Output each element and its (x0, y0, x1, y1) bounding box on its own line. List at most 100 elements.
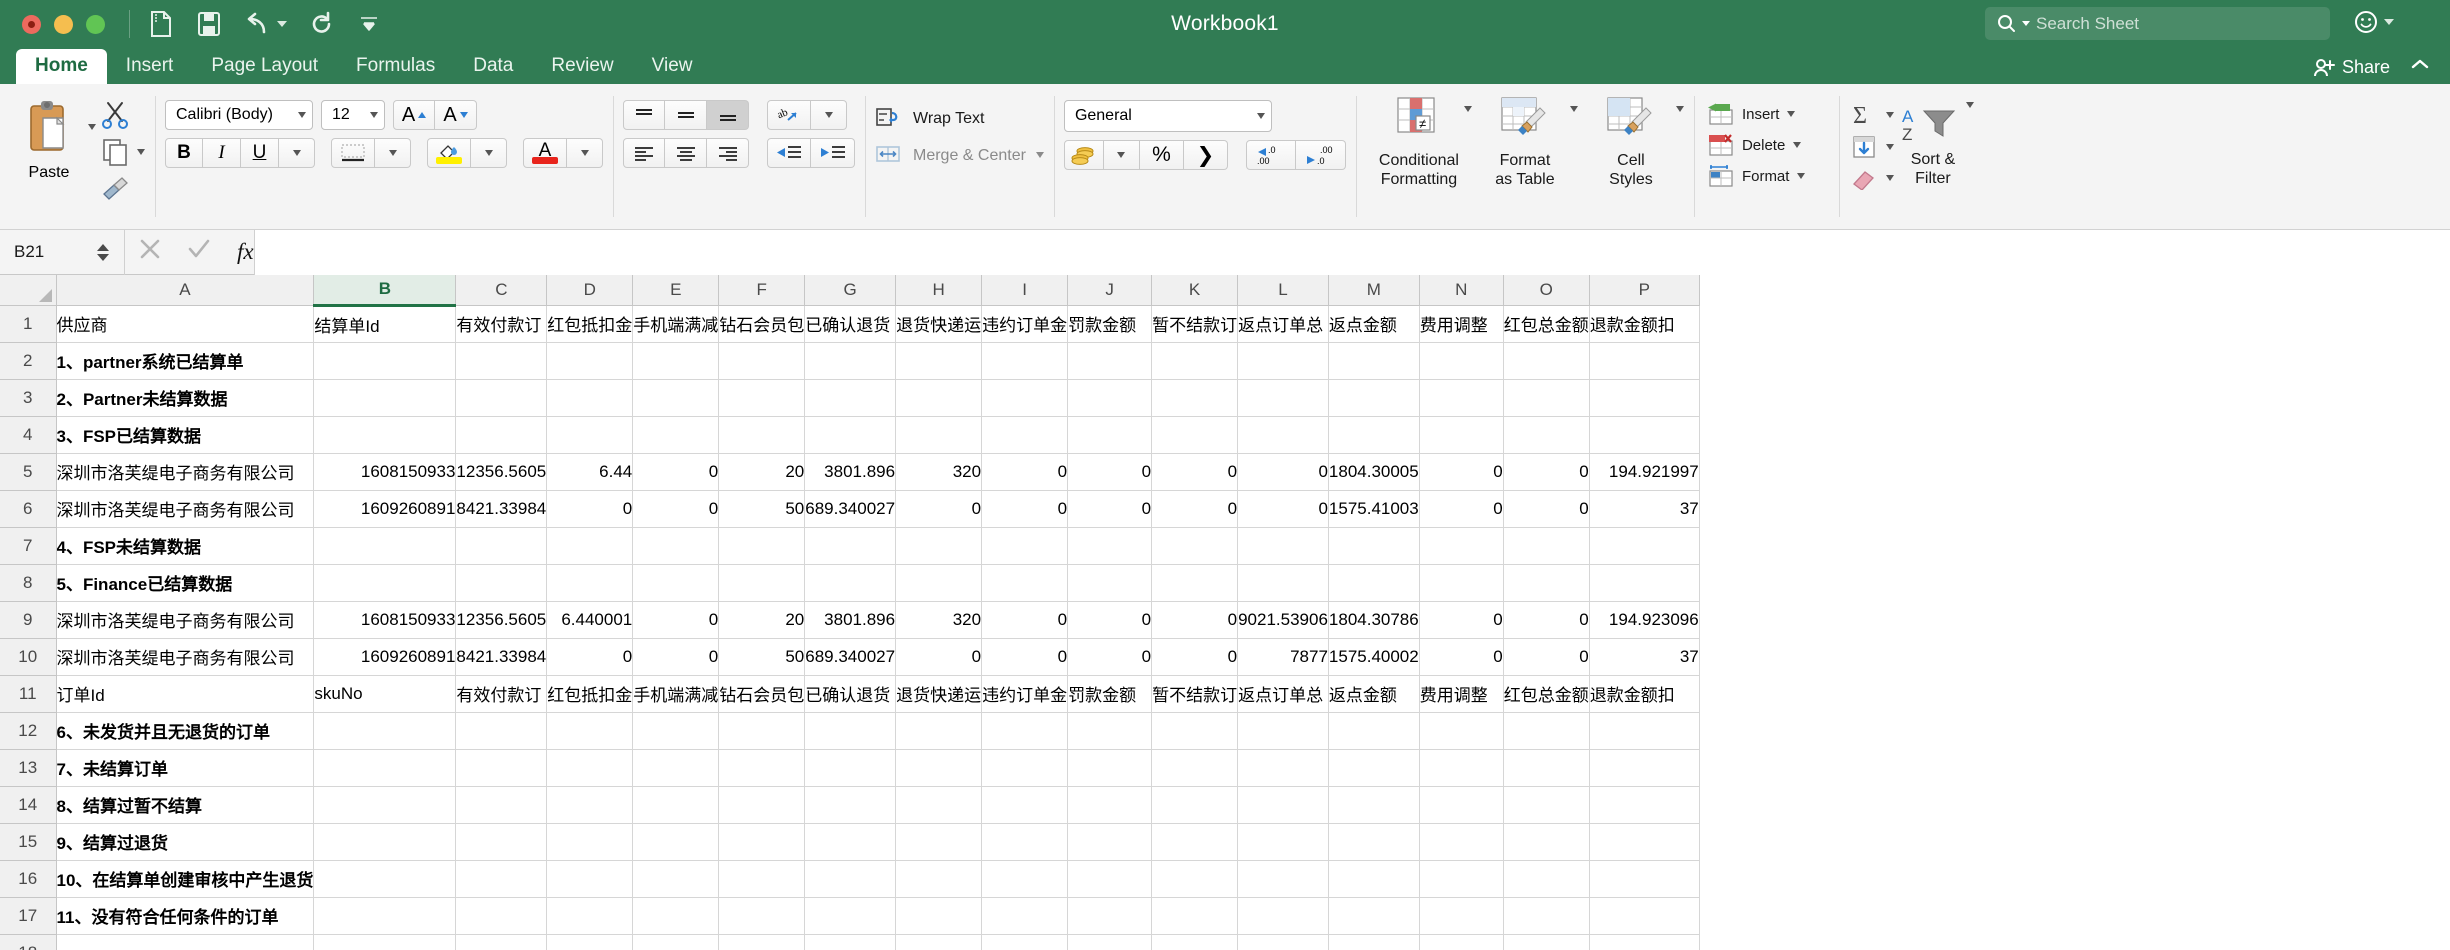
cell-C13[interactable] (455, 749, 548, 787)
row-header-6[interactable]: 6 (0, 490, 57, 528)
cell-G9[interactable]: 3801.896 (804, 601, 897, 639)
text-orientation-button[interactable]: ab (767, 100, 811, 130)
increase-decimal-button[interactable]: .00.0 (1295, 140, 1346, 170)
cell-K13[interactable] (1151, 749, 1239, 787)
cell-F15[interactable] (718, 823, 806, 861)
cell-M18[interactable] (1328, 934, 1420, 950)
cell-M6[interactable]: 1575.41003 (1328, 490, 1420, 528)
cell-F18[interactable] (718, 934, 806, 950)
cell-O17[interactable] (1503, 897, 1590, 935)
font-size-combo[interactable]: 12 (321, 100, 385, 130)
cell-L1[interactable]: 返点订单总 (1237, 305, 1329, 343)
cell-D14[interactable] (546, 786, 634, 824)
cell-J1[interactable]: 罚款金额 (1067, 305, 1153, 343)
cell-B16[interactable] (313, 860, 457, 898)
cell-B17[interactable] (313, 897, 457, 935)
cell-F9[interactable]: 20 (718, 601, 806, 639)
cell-B10[interactable]: 1609260891 (313, 638, 457, 676)
cell-O12[interactable] (1503, 712, 1590, 750)
cell-B13[interactable] (313, 749, 457, 787)
cell-C10[interactable]: 8421.33984 (455, 638, 548, 676)
cell-P17[interactable] (1589, 897, 1700, 935)
shrink-font-button[interactable]: A (435, 100, 477, 130)
column-header-i[interactable]: I (981, 275, 1069, 306)
column-header-n[interactable]: N (1419, 275, 1504, 306)
cell-A16[interactable]: 10、在结算单创建审核中产生退货 (56, 860, 315, 898)
cell-N12[interactable] (1419, 712, 1504, 750)
cell-N16[interactable] (1419, 860, 1504, 898)
cell-H5[interactable]: 320 (895, 453, 983, 491)
cell-H18[interactable] (895, 934, 983, 950)
cell-I18[interactable] (981, 934, 1069, 950)
cell-E12[interactable] (632, 712, 720, 750)
cell-A4[interactable]: 3、FSP已结算数据 (56, 416, 315, 454)
tab-page-layout[interactable]: Page Layout (192, 49, 337, 84)
cell-C2[interactable] (455, 342, 548, 380)
row-header-11[interactable]: 11 (0, 675, 57, 713)
cell-styles-caret[interactable] (1675, 106, 1684, 129)
cell-G5[interactable]: 3801.896 (804, 453, 897, 491)
cell-C12[interactable] (455, 712, 548, 750)
align-center-button[interactable] (665, 138, 707, 168)
cell-E11[interactable]: 手机端满减 (632, 675, 720, 713)
cell-M11[interactable]: 返点金额 (1328, 675, 1420, 713)
cell-A11[interactable]: 订单Id (56, 675, 315, 713)
column-header-c[interactable]: C (455, 275, 548, 306)
cell-I14[interactable] (981, 786, 1069, 824)
cell-J9[interactable]: 0 (1067, 601, 1153, 639)
cell-C15[interactable] (455, 823, 548, 861)
cell-I1[interactable]: 违约订单金 (981, 305, 1069, 343)
cell-K16[interactable] (1151, 860, 1239, 898)
cell-G15[interactable] (804, 823, 897, 861)
cell-H15[interactable] (895, 823, 983, 861)
cell-N11[interactable]: 费用调整 (1419, 675, 1504, 713)
cell-A3[interactable]: 2、Partner未结算数据 (56, 379, 315, 417)
cell-C11[interactable]: 有效付款订 (455, 675, 548, 713)
name-box[interactable]: B21 (0, 230, 92, 275)
cell-C1[interactable]: 有效付款订 (455, 305, 548, 343)
cell-J6[interactable]: 0 (1067, 490, 1153, 528)
delete-cells-button[interactable]: Delete (1704, 133, 1829, 157)
cell-A8[interactable]: 5、Finance已结算数据 (56, 564, 315, 602)
font-size-caret[interactable] (370, 112, 378, 118)
undo-icon[interactable] (244, 11, 287, 37)
cell-O11[interactable]: 红包总金额 (1503, 675, 1590, 713)
cell-F11[interactable]: 钻石会员包 (718, 675, 806, 713)
align-left-button[interactable] (623, 138, 665, 168)
spinner-down-icon[interactable] (97, 253, 109, 261)
cell-G18[interactable] (804, 934, 897, 950)
cell-C9[interactable]: 12356.5605 (455, 601, 548, 639)
font-color-button[interactable]: A (523, 138, 567, 168)
cell-G11[interactable]: 已确认退货 (804, 675, 897, 713)
row-header-13[interactable]: 13 (0, 749, 57, 787)
row-header-10[interactable]: 10 (0, 638, 57, 676)
minimize-window-button[interactable] (54, 14, 73, 34)
number-format-combo[interactable]: General (1063, 100, 1272, 132)
cell-N8[interactable] (1419, 564, 1504, 602)
italic-button[interactable]: I (203, 138, 241, 168)
cell-G12[interactable] (804, 712, 897, 750)
cell-N6[interactable]: 0 (1419, 490, 1504, 528)
cell-L18[interactable] (1237, 934, 1329, 950)
column-header-d[interactable]: D (546, 275, 634, 306)
cell-K6[interactable]: 0 (1151, 490, 1239, 528)
cell-J17[interactable] (1067, 897, 1153, 935)
cell-F12[interactable] (718, 712, 806, 750)
cell-A10[interactable]: 深圳市洛芙缇电子商务有限公司 (56, 638, 315, 676)
cell-L8[interactable] (1237, 564, 1329, 602)
underline-dropdown-button[interactable] (279, 138, 315, 168)
cell-L14[interactable] (1237, 786, 1329, 824)
cancel-icon[interactable] (139, 238, 161, 266)
bold-button[interactable]: B (165, 138, 203, 168)
cell-E7[interactable] (632, 527, 720, 565)
copy-icon[interactable] (100, 137, 130, 167)
row-header-1[interactable]: 1 (0, 305, 57, 343)
cell-O14[interactable] (1503, 786, 1590, 824)
cell-B6[interactable]: 1609260891 (313, 490, 457, 528)
cell-H9[interactable]: 320 (895, 601, 983, 639)
cell-P11[interactable]: 退款金额扣 (1589, 675, 1700, 713)
cell-D1[interactable]: 红包抵扣金 (546, 305, 634, 343)
tab-review[interactable]: Review (532, 49, 632, 84)
cell-E9[interactable]: 0 (632, 601, 720, 639)
cell-O10[interactable]: 0 (1503, 638, 1590, 676)
